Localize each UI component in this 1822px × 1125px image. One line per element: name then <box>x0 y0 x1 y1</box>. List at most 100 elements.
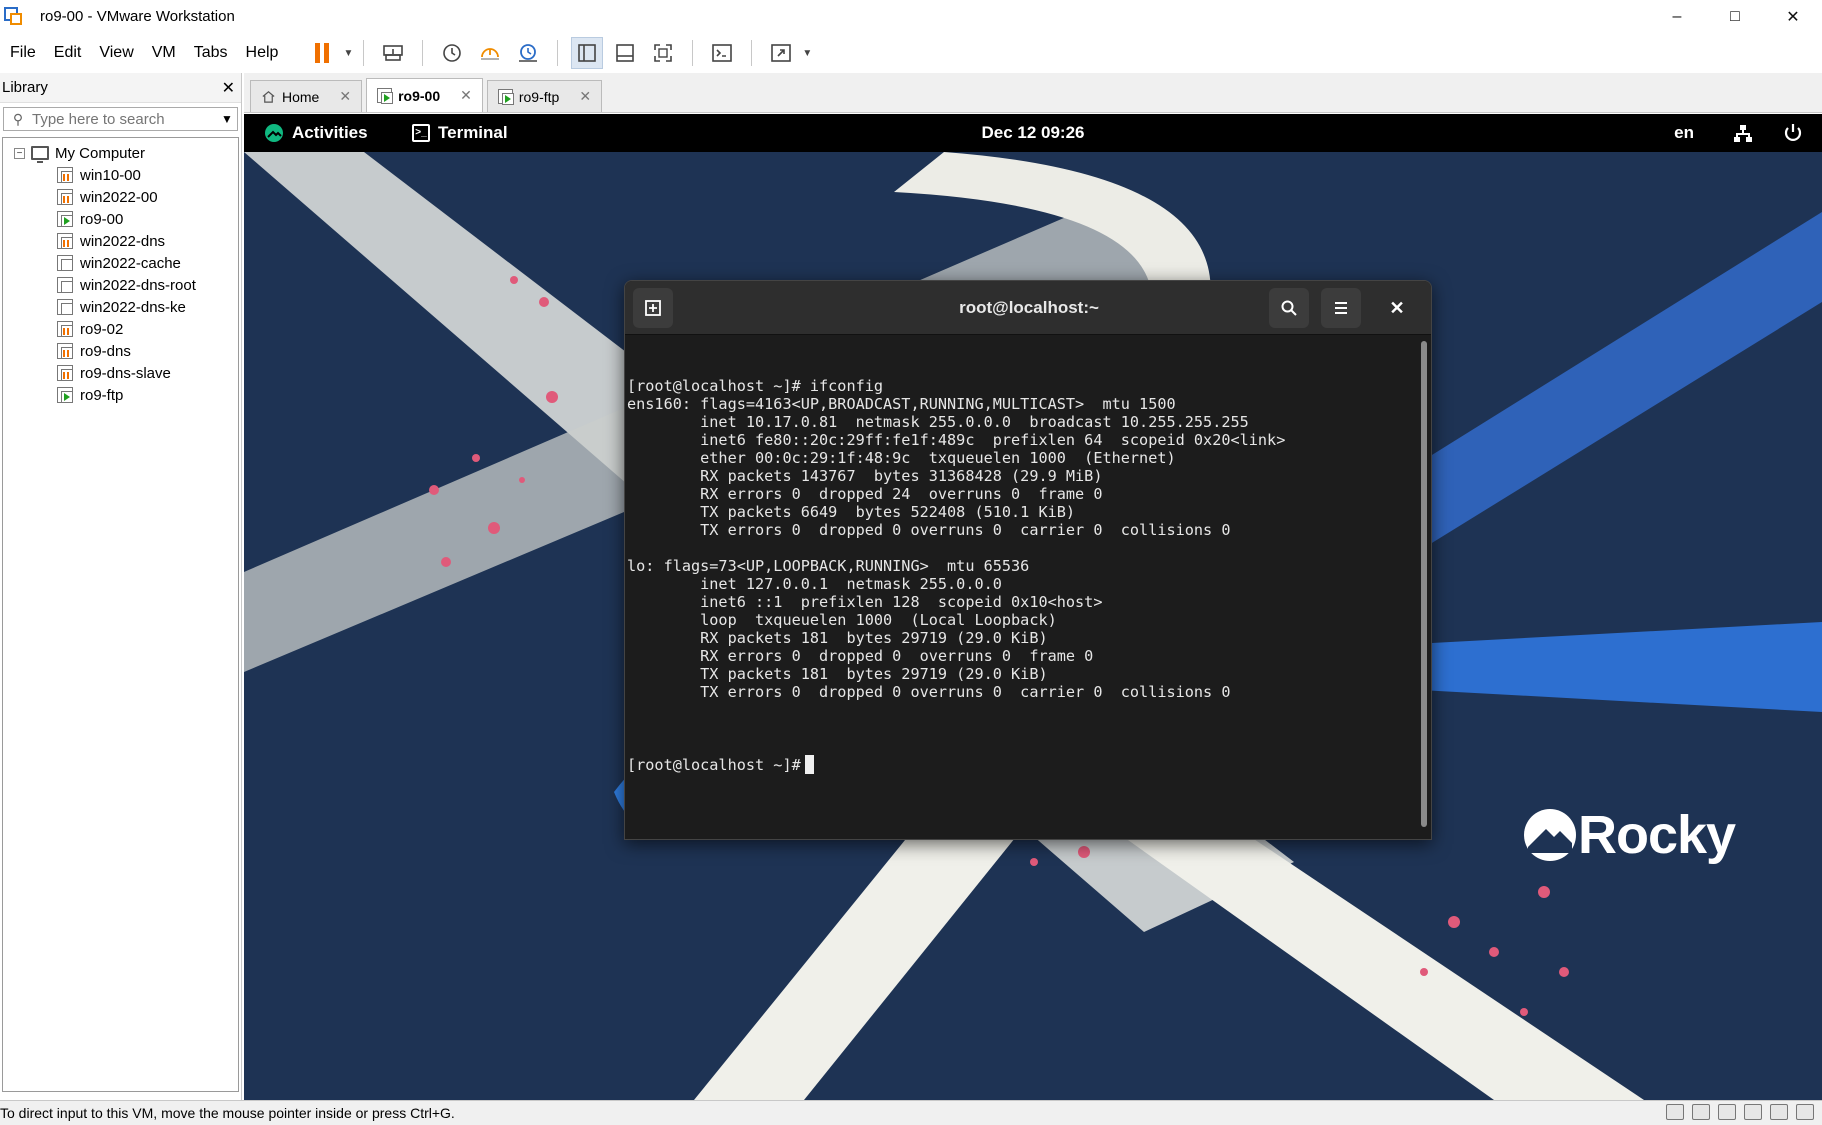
collapse-toggle-icon[interactable]: − <box>14 147 25 159</box>
library-search-input[interactable] <box>32 110 217 128</box>
menu-help[interactable]: Help <box>246 44 279 62</box>
close-button[interactable]: ✕ <box>1764 0 1822 33</box>
pause-button[interactable] <box>306 37 338 69</box>
tab-home[interactable]: Home ✕ <box>250 80 363 112</box>
maximize-button[interactable]: □ <box>1706 0 1764 33</box>
console-icon <box>712 44 733 62</box>
vm-item-label: ro9-ftp <box>80 386 124 404</box>
vm-item-label: win2022-cache <box>80 254 181 272</box>
stretch-dropdown-icon[interactable]: ▼ <box>802 48 812 59</box>
terminal-title: root@localhost:~ <box>959 298 1099 317</box>
menu-file[interactable]: File <box>10 44 36 62</box>
vm-running-icon <box>57 211 73 227</box>
terminal-line: TX packets 6649 bytes 522408 (510.1 KiB) <box>627 503 1076 521</box>
menu-view[interactable]: View <box>99 44 133 62</box>
text-cursor <box>804 755 814 774</box>
tab-ro9-00[interactable]: ro9-00 ✕ <box>366 78 483 112</box>
tab-ro9-ftp[interactable]: ro9-ftp ✕ <box>486 80 603 112</box>
terminal-line: inet6 ::1 prefixlen 128 scopeid 0x10<hos… <box>627 593 1103 611</box>
vm-item[interactable]: win2022-dns <box>3 230 238 252</box>
take-snapshot-button[interactable] <box>436 37 468 69</box>
tab-close-icon[interactable]: ✕ <box>460 87 472 104</box>
vm-item[interactable]: ro9-dns <box>3 340 238 362</box>
vm-icon <box>57 255 73 271</box>
console-view-button[interactable] <box>706 37 738 69</box>
terminal-line: inet 127.0.0.1 netmask 255.0.0.0 <box>627 575 1002 593</box>
vm-item[interactable]: win2022-00 <box>3 186 238 208</box>
library-title: Library <box>2 79 48 96</box>
terminal-window[interactable]: root@localhost:~ ✕ [root@localhost ~]# i… <box>624 280 1432 840</box>
display-icon[interactable] <box>1770 1104 1788 1120</box>
terminal-search-button[interactable] <box>1269 288 1309 328</box>
sound-icon[interactable] <box>1744 1104 1762 1120</box>
vm-item[interactable]: ro9-ftp <box>3 384 238 406</box>
vm-item-label: win2022-dns <box>80 232 166 250</box>
tab-label: ro9-ftp <box>518 88 560 105</box>
vm-item-label: win2022-00 <box>80 188 158 206</box>
network-adapter-icon[interactable] <box>1718 1104 1736 1120</box>
revert-snapshot-button[interactable] <box>474 37 506 69</box>
terminal-output[interactable]: [root@localhost ~]# ifconfig ens160: flag… <box>627 341 1417 831</box>
show-thumbnail-bar-button[interactable] <box>609 37 641 69</box>
terminal-line: inet 10.17.0.81 netmask 255.0.0.0 broadc… <box>627 413 1249 431</box>
send-ctrl-alt-del-button[interactable] <box>377 37 409 69</box>
terminal-scrollbar[interactable] <box>1421 341 1427 827</box>
vmware-window: ro9-00 - VMware Workstation – □ ✕ File E… <box>0 0 1822 1125</box>
cd-dvd-icon[interactable] <box>1692 1104 1710 1120</box>
status-message: To direct input to this VM, move the mou… <box>0 1105 455 1121</box>
vm-console[interactable]: Activities >_ Terminal Dec 12 09:26 en r… <box>244 114 1822 1100</box>
library-close-icon[interactable]: ✕ <box>222 78 235 98</box>
network-icon[interactable] <box>1732 123 1754 145</box>
vm-item[interactable]: win2022-cache <box>3 252 238 274</box>
terminal-line: TX packets 181 bytes 29719 (29.0 KiB) <box>627 665 1048 683</box>
vm-suspended-icon <box>57 365 73 381</box>
search-dropdown-icon[interactable]: ▼ <box>217 112 237 126</box>
vm-item[interactable]: ro9-02 <box>3 318 238 340</box>
vm-item-label: win10-00 <box>80 166 141 184</box>
keyboard-icon <box>383 45 404 61</box>
menu-edit[interactable]: Edit <box>54 44 82 62</box>
menu-bar: File Edit View VM Tabs Help ▼ ▼ <box>0 33 1822 73</box>
vm-item[interactable]: win2022-dns-ke <box>3 296 238 318</box>
vm-item-label: ro9-02 <box>80 320 124 338</box>
snapshot-clock-icon <box>443 44 462 62</box>
vm-item[interactable]: ro9-dns-slave <box>3 362 238 384</box>
terminal-line: TX errors 0 dropped 0 overruns 0 carrier… <box>627 521 1231 539</box>
tree-root-my-computer[interactable]: − My Computer <box>3 142 238 164</box>
vm-item-label: win2022-dns-root <box>80 276 196 294</box>
message-log-icon[interactable] <box>1796 1104 1814 1120</box>
thumbnail-layout-icon <box>616 44 635 62</box>
show-library-button[interactable] <box>571 37 604 69</box>
keyboard-language[interactable]: en <box>1674 123 1694 143</box>
vm-item[interactable]: ro9-00 <box>3 208 238 230</box>
snapshot-manager-button[interactable] <box>512 37 544 69</box>
hard-disk-icon[interactable] <box>1666 1104 1684 1120</box>
terminal-menu-button[interactable] <box>1321 288 1361 328</box>
clock[interactable]: Dec 12 09:26 <box>244 123 1822 143</box>
pause-dropdown-icon[interactable]: ▼ <box>343 48 353 59</box>
terminal-line: TX errors 0 dropped 0 overruns 0 carrier… <box>627 683 1231 701</box>
window-title: ro9-00 - VMware Workstation <box>40 8 235 25</box>
terminal-line: inet6 fe80::20c:29ff:fe1f:489c prefixlen… <box>627 431 1286 449</box>
vm-item[interactable]: win10-00 <box>3 164 238 186</box>
menu-vm[interactable]: VM <box>152 44 176 62</box>
minimize-button[interactable]: – <box>1648 0 1706 33</box>
stretch-guest-button[interactable] <box>765 37 797 69</box>
tree-root-label: My Computer <box>55 144 146 162</box>
vm-running-icon <box>57 387 73 403</box>
vm-item[interactable]: win2022-dns-root <box>3 274 238 296</box>
vm-item-label: ro9-dns-slave <box>80 364 171 382</box>
vm-running-icon <box>377 88 394 104</box>
search-icon: ⚲ <box>12 110 24 127</box>
tab-close-icon[interactable]: ✕ <box>339 88 351 105</box>
snapshot-manager-icon <box>519 44 538 62</box>
full-screen-button[interactable] <box>647 37 679 69</box>
hamburger-menu-icon <box>1335 302 1347 314</box>
status-bar: To direct input to this VM, move the mou… <box>0 1100 1822 1125</box>
terminal-header: root@localhost:~ ✕ <box>625 281 1431 335</box>
terminal-close-button[interactable]: ✕ <box>1377 288 1417 328</box>
tab-close-icon[interactable]: ✕ <box>579 88 591 105</box>
menu-tabs[interactable]: Tabs <box>194 44 228 62</box>
vm-suspended-icon <box>57 189 73 205</box>
power-icon[interactable] <box>1782 122 1804 144</box>
